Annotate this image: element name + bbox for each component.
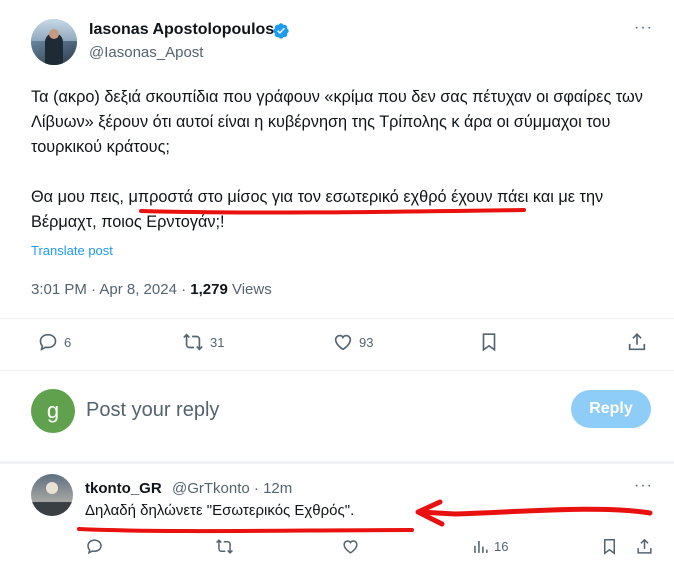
reply-icon <box>87 539 102 555</box>
author-handle[interactable]: @Iasonas_Apost <box>89 44 203 61</box>
verified-badge-icon <box>273 23 289 39</box>
share-icon <box>637 538 652 554</box>
analytics-icon <box>474 540 488 553</box>
reply-share-action[interactable] <box>635 537 654 556</box>
heart-icon <box>334 334 352 351</box>
share-icon <box>628 333 646 351</box>
reply-button[interactable]: Reply <box>571 390 651 428</box>
reply-action[interactable]: 6 <box>37 331 71 353</box>
reply-more-options-icon[interactable]: ··· <box>634 477 653 495</box>
reply-count: 6 <box>64 334 72 350</box>
bookmark-action[interactable] <box>478 331 500 353</box>
tweet-meta: 3:01 PM · Apr 8, 2024 · 1,279 Views <box>31 281 272 298</box>
reply-input[interactable]: Post your reply <box>86 399 219 422</box>
reply-bookmark-action[interactable] <box>600 537 619 556</box>
like-count: 93 <box>359 334 374 350</box>
reply-text: Δηλαδή δηλώνετε "Εσωτερικός Εχθρός". <box>85 502 355 519</box>
author-display-name[interactable]: Iasonas Apostolopoulos <box>89 21 274 39</box>
arrow-head-annotation <box>415 499 445 527</box>
divider <box>0 318 674 319</box>
reply-repost-action[interactable] <box>215 537 234 556</box>
reply-reply-action[interactable] <box>85 537 104 556</box>
tweet-text: Τα (ακρο) δεξιά σκουπίδια που γράφουν «κ… <box>31 85 651 235</box>
bookmark-icon <box>482 333 496 352</box>
views-count: 1,279 <box>190 281 228 298</box>
repost-action[interactable]: 31 <box>182 331 224 353</box>
underline-annotation <box>77 527 414 534</box>
bookmark-icon <box>603 539 616 555</box>
reply-author-avatar[interactable] <box>31 474 73 516</box>
tweet-paragraph-1: Τα (ακρο) δεξιά σκουπίδια που γράφουν «κ… <box>31 88 643 156</box>
user-avatar: g <box>31 389 75 433</box>
repost-icon <box>216 539 233 554</box>
tweet-paragraph-2: Θα μου πεις, μπροστά στο μίσος για τον ε… <box>31 188 604 231</box>
reply-like-action[interactable] <box>341 537 360 556</box>
share-action[interactable] <box>626 331 648 353</box>
reply-author-handle[interactable]: @GrTkonto · 12m <box>172 480 292 497</box>
more-options-icon[interactable]: ··· <box>634 19 653 37</box>
repost-count: 31 <box>210 334 225 350</box>
divider <box>0 370 674 371</box>
repost-icon <box>183 333 203 351</box>
views-label: Views <box>227 281 272 298</box>
author-avatar[interactable] <box>31 19 77 65</box>
like-action[interactable]: 93 <box>332 331 373 353</box>
arrow-annotation <box>417 506 653 517</box>
reply-views-action[interactable]: 16 <box>471 537 508 556</box>
reply-author-name[interactable]: tkonto_GR <box>85 480 162 497</box>
tweet-timestamp[interactable]: 3:01 PM · Apr 8, 2024 · <box>31 281 190 298</box>
section-separator <box>0 461 674 464</box>
translate-link[interactable]: Translate post <box>31 243 113 258</box>
heart-icon <box>343 540 358 554</box>
reply-views-count: 16 <box>494 539 509 554</box>
reply-icon <box>39 333 57 351</box>
